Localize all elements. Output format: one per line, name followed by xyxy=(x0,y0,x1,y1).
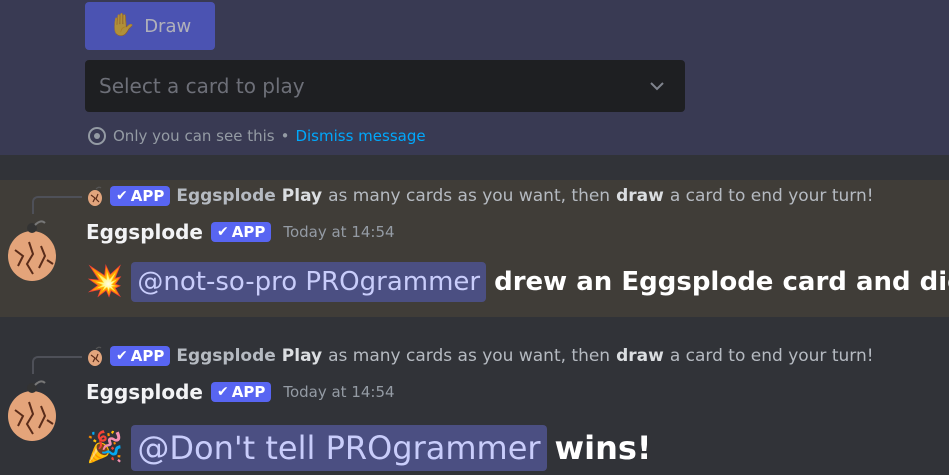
egg-avatar-icon xyxy=(88,186,102,206)
message-header: Eggsplode ✔ APP Today at 14:54 xyxy=(86,380,395,404)
message-content: 🎉 @Don't tell PROgrammer wins! xyxy=(86,424,652,472)
ephemeral-panel: ✋ Draw Select a card to play Only you ca… xyxy=(0,0,949,155)
card-select[interactable]: Select a card to play xyxy=(85,60,685,112)
party-popper-emoji-icon: 🎉 xyxy=(86,430,124,465)
reply-author: Eggsplode xyxy=(176,186,276,206)
reply-spine xyxy=(32,196,82,214)
message-header: Eggsplode ✔ APP Today at 14:54 xyxy=(86,220,395,244)
reply-text-2: as many cards as you want, then xyxy=(328,346,611,366)
user-mention[interactable]: @Don't tell PROgrammer xyxy=(131,425,547,471)
reply-text-4: a card to end your turn! xyxy=(669,186,874,206)
reply-preview[interactable]: ✔ APP Eggsplode Play as many cards as you… xyxy=(86,184,874,208)
reply-spine xyxy=(32,356,82,374)
hand-icon: ✋ xyxy=(108,13,137,38)
draw-button-label: Draw xyxy=(144,15,192,37)
egg-avatar-icon[interactable] xyxy=(3,380,61,442)
reply-text-bold-1: Play xyxy=(281,346,323,366)
check-icon: ✔ xyxy=(116,188,128,204)
separator-dot: • xyxy=(280,127,290,145)
draw-button[interactable]: ✋ Draw xyxy=(85,2,215,50)
only-you-text: Only you can see this xyxy=(113,127,275,145)
app-tag-label: APP xyxy=(231,383,266,401)
message-text: drew an Eggsplode card and died! xyxy=(494,267,949,297)
message-item: ✔ APP Eggsplode Play as many cards as you… xyxy=(0,180,949,317)
reply-text-2: as many cards as you want, then xyxy=(328,186,611,206)
egg-avatar-icon xyxy=(88,346,102,366)
check-icon: ✔ xyxy=(217,384,229,400)
app-tag-label: APP xyxy=(130,347,165,365)
message-item: ✔ APP Eggsplode Play as many cards as you… xyxy=(0,340,949,475)
eye-icon xyxy=(88,127,106,145)
app-tag: ✔ APP xyxy=(110,346,171,366)
card-select-placeholder: Select a card to play xyxy=(99,74,305,98)
user-mention[interactable]: @not-so-pro PROgrammer xyxy=(131,262,487,302)
app-tag-label: APP xyxy=(231,223,266,241)
explosion-emoji-icon: 💥 xyxy=(86,264,124,299)
egg-avatar-icon[interactable] xyxy=(3,220,61,282)
reply-preview[interactable]: ✔ APP Eggsplode Play as many cards as you… xyxy=(86,344,874,368)
reply-text-4: a card to end your turn! xyxy=(669,346,874,366)
chevron-down-icon xyxy=(650,82,664,91)
reply-text-bold-3: draw xyxy=(616,186,664,206)
app-tag: ✔ APP xyxy=(110,186,171,206)
dismiss-message-link[interactable]: Dismiss message xyxy=(295,127,425,145)
reply-text-bold-1: Play xyxy=(281,186,323,206)
username[interactable]: Eggsplode xyxy=(86,220,203,244)
app-tag: ✔ APP xyxy=(211,382,272,402)
app-tag: ✔ APP xyxy=(211,222,272,242)
message-text: wins! xyxy=(554,429,652,467)
check-icon: ✔ xyxy=(116,348,128,364)
check-icon: ✔ xyxy=(217,224,229,240)
timestamp: Today at 14:54 xyxy=(283,223,395,241)
reply-text-bold-3: draw xyxy=(616,346,664,366)
timestamp: Today at 14:54 xyxy=(283,383,395,401)
app-tag-label: APP xyxy=(130,187,165,205)
username[interactable]: Eggsplode xyxy=(86,380,203,404)
reply-author: Eggsplode xyxy=(176,346,276,366)
message-content: 💥 @not-so-pro PROgrammer drew an Eggsplo… xyxy=(86,260,949,304)
ephemeral-notice: Only you can see this • Dismiss message xyxy=(87,125,426,147)
